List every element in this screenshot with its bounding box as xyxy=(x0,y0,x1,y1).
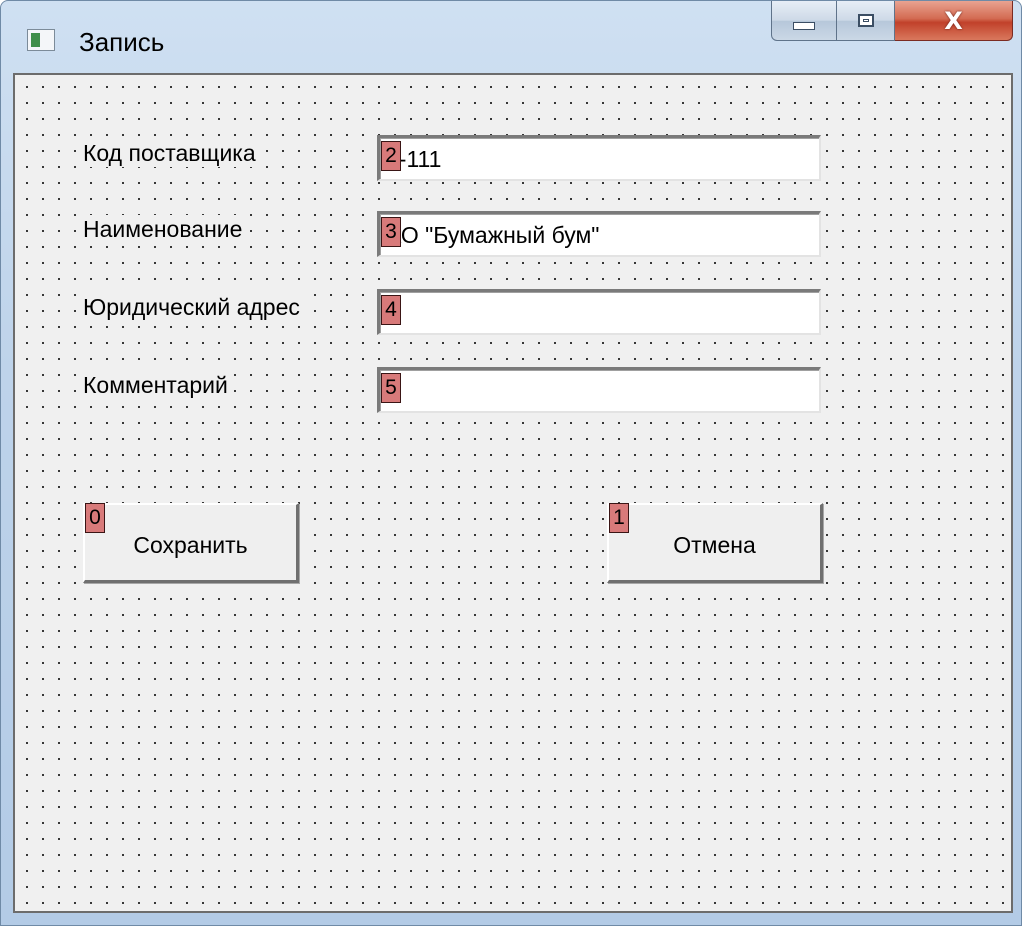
window-app-icon[interactable] xyxy=(27,29,55,51)
form-design-surface: Код поставщика 1-111 2 Наименование АО "… xyxy=(13,73,1013,913)
name-label: Наименование xyxy=(81,215,245,243)
minimize-icon xyxy=(793,21,815,30)
cancel-button[interactable]: Отмена xyxy=(607,503,823,583)
tab-order-badge: 0 xyxy=(85,503,105,533)
save-button[interactable]: Сохранить xyxy=(83,503,299,583)
tab-order-badge: 2 xyxy=(381,141,401,171)
close-icon: X xyxy=(944,6,963,35)
form-designer-window: Запись X Код поставщика 1-111 2 Наименов… xyxy=(0,0,1022,926)
title-bar[interactable]: Запись X xyxy=(1,1,1021,73)
supplier-code-label: Код поставщика xyxy=(81,139,258,167)
tab-order-badge: 5 xyxy=(381,373,401,403)
comment-input[interactable] xyxy=(377,367,821,413)
window-title: Запись xyxy=(79,27,165,57)
caption-buttons: X xyxy=(771,1,1013,43)
save-button-label: Сохранить xyxy=(133,532,248,558)
maximize-icon xyxy=(857,14,874,27)
tab-order-badge: 4 xyxy=(381,295,401,325)
maximize-button[interactable] xyxy=(837,1,895,41)
tab-order-badge: 1 xyxy=(609,503,629,533)
minimize-button[interactable] xyxy=(771,1,837,41)
close-button[interactable]: X xyxy=(895,1,1013,41)
comment-label: Комментарий xyxy=(81,371,230,399)
legal-address-input[interactable] xyxy=(377,289,821,335)
name-input[interactable]: АО "Бумажный бум" xyxy=(377,211,821,257)
name-value: АО "Бумажный бум" xyxy=(386,222,600,248)
cancel-button-label: Отмена xyxy=(673,532,756,558)
legal-address-label: Юридический адрес xyxy=(81,293,302,321)
tab-order-badge: 3 xyxy=(381,217,401,247)
supplier-code-input[interactable]: 1-111 xyxy=(377,135,821,181)
